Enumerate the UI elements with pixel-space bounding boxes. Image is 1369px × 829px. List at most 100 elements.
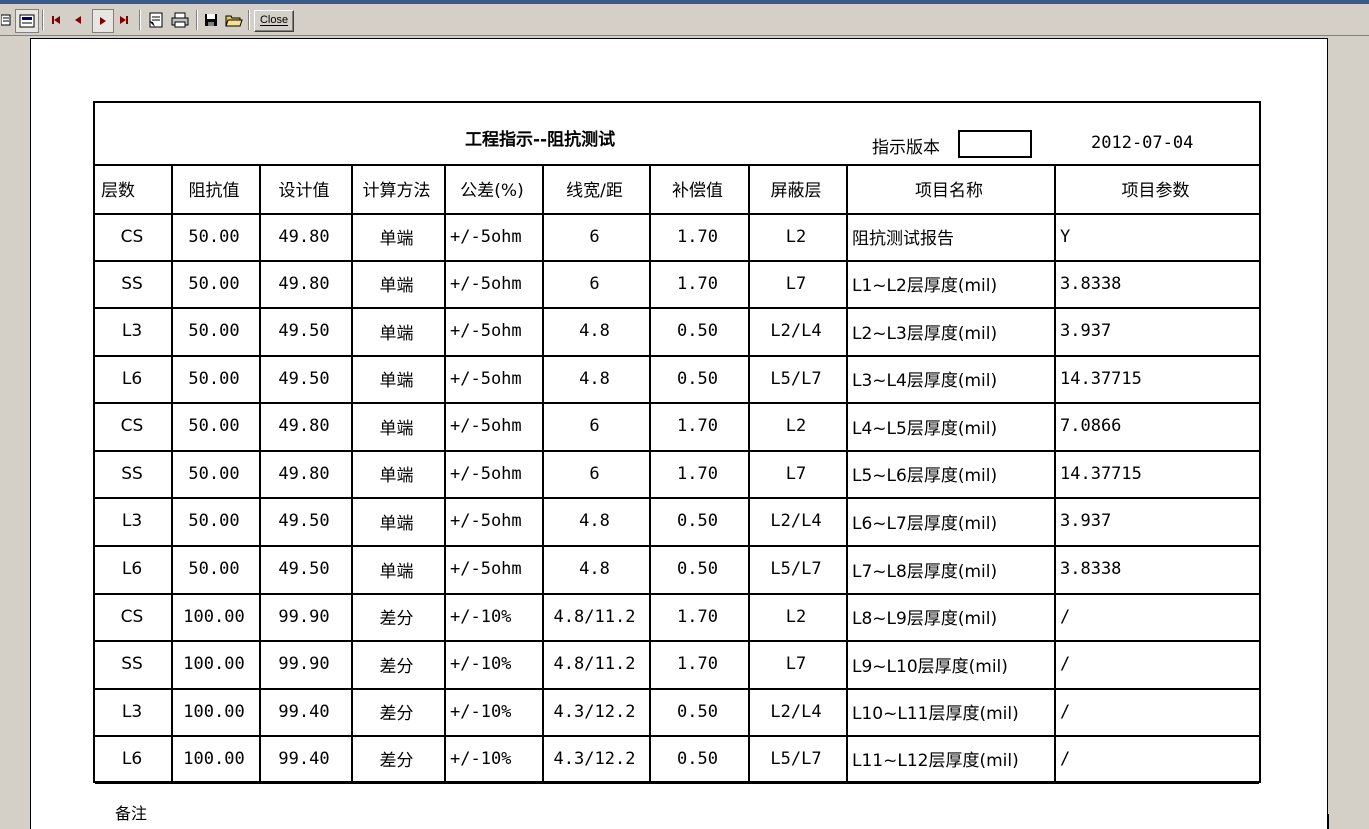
- table-cell: 49.50: [278, 321, 330, 341]
- table-cell: L5~L6层厚度(mil): [852, 466, 998, 486]
- table-cell: 1.70: [677, 273, 718, 294]
- table-cell: 50.00: [188, 416, 240, 436]
- table-cell: 0.50: [677, 511, 718, 531]
- column-header: 公差(%): [460, 181, 524, 201]
- table-cell: 4.8/11.2: [553, 606, 636, 627]
- table-cell: +/-5ohm: [450, 511, 522, 531]
- table-cell: 0.50: [677, 321, 718, 341]
- table-cell: 100.00: [183, 748, 245, 769]
- table-cell: +/-5ohm: [450, 321, 522, 341]
- print-icon[interactable]: [170, 9, 190, 31]
- table-cell: +/-5ohm: [450, 559, 522, 579]
- table-cell: +/-5ohm: [450, 463, 522, 484]
- table-cell: L3~L4层厚度(mil): [852, 371, 998, 391]
- table-cell: 单端: [379, 371, 414, 391]
- table-cell: L11~L12层厚度(mil): [852, 751, 1019, 771]
- column-header: 补偿值: [672, 181, 723, 201]
- table-cell: L2~L3层厚度(mil): [852, 323, 998, 344]
- table-cell: 50.00: [188, 321, 240, 341]
- save-icon[interactable]: [202, 9, 220, 31]
- table-cell: 0.50: [677, 559, 718, 579]
- table-cell: 50.00: [188, 273, 240, 294]
- table-cell: 单端: [379, 513, 414, 534]
- table-cell: 100.00: [183, 606, 245, 627]
- next-page-icon[interactable]: [92, 9, 114, 33]
- column-header: 设计值: [278, 181, 330, 201]
- table-cell: L7~L8层厚度(mil): [852, 561, 998, 582]
- table-cell: L6: [121, 748, 143, 769]
- table-cell: 14.37715: [1060, 463, 1142, 484]
- first-page-icon[interactable]: [48, 9, 64, 31]
- table-cell: L7: [785, 463, 807, 484]
- close-button[interactable]: Close: [254, 10, 294, 32]
- table-cell: L10~L11层厚度(mil): [852, 704, 1019, 724]
- table-cell: L2/L4: [770, 511, 822, 531]
- table-cell: L7: [785, 273, 807, 294]
- table-cell: 6: [589, 226, 600, 247]
- last-page-icon[interactable]: [116, 9, 132, 31]
- table-cell: 单端: [379, 276, 414, 296]
- column-header: 项目参数: [1121, 181, 1190, 201]
- table-cell: 单端: [379, 561, 414, 582]
- table-cell: L5/L7: [770, 559, 822, 579]
- table-cell: +/-5ohm: [450, 368, 522, 389]
- table-cell: L2: [785, 416, 807, 436]
- refresh-icon[interactable]: [145, 9, 167, 31]
- table-cell: L9~L10层厚度(mil): [852, 656, 1008, 677]
- table-cell: 阻抗测试报告: [852, 229, 954, 249]
- table-cell: 49.80: [278, 226, 330, 247]
- export-icon[interactable]: [15, 9, 39, 33]
- table-cell: +/-5ohm: [450, 226, 522, 247]
- table-cell: 49.50: [278, 559, 330, 579]
- table-cell: L6: [121, 559, 143, 579]
- table-cell: 单端: [379, 323, 414, 344]
- table-cell: L2/L4: [770, 321, 822, 341]
- table-cell: 单端: [379, 418, 414, 439]
- table-cell: /: [1060, 748, 1071, 769]
- table-cell: 50.00: [188, 463, 240, 484]
- report-date: 2012-07-04: [1091, 133, 1194, 153]
- table-cell: L6: [121, 368, 143, 389]
- table-cell: CS: [120, 416, 144, 436]
- prev-page-icon[interactable]: [70, 9, 86, 31]
- column-header: 线宽/距: [566, 181, 623, 201]
- table-cell: /: [1060, 701, 1071, 722]
- table-cell: 49.50: [278, 368, 330, 389]
- table-cell: 单端: [379, 229, 414, 249]
- table-cell: 7.0866: [1060, 416, 1122, 436]
- table-cell: 49.50: [278, 511, 330, 531]
- open-icon[interactable]: [224, 9, 244, 31]
- table-cell: 99.40: [278, 701, 330, 722]
- table-cell: 6: [589, 416, 600, 436]
- report-title: 工程指示--阻抗测试: [465, 130, 616, 150]
- table-cell: 差分: [379, 656, 414, 677]
- table-cell: 3.8338: [1060, 273, 1122, 294]
- table-cell: 差分: [379, 751, 414, 771]
- table-cell: 差分: [379, 609, 414, 629]
- table-cell: 4.8: [579, 368, 610, 389]
- report-toolbar: Close: [0, 4, 1369, 36]
- table-cell: /: [1060, 654, 1071, 674]
- table-cell: Y: [1060, 226, 1071, 247]
- table-cell: 1.70: [677, 463, 718, 484]
- table-cell: L2: [785, 226, 807, 247]
- table-cell: CS: [120, 606, 144, 627]
- table-cell: L3: [121, 321, 143, 341]
- table-cell: 4.3/12.2: [553, 748, 636, 769]
- table-cell: 4.3/12.2: [553, 701, 636, 722]
- column-header: 阻抗值: [188, 181, 240, 201]
- table-cell: L6~L7层厚度(mil): [852, 513, 998, 534]
- note-label: 备注: [115, 804, 148, 823]
- column-header: 项目名称: [915, 181, 983, 201]
- version-box: [958, 130, 1032, 158]
- table-cell: L7: [785, 654, 807, 674]
- table-cell: 单端: [379, 466, 414, 486]
- table-cell: L2/L4: [770, 701, 822, 722]
- table-cell: +/-10%: [450, 606, 512, 627]
- table-cell: +/-10%: [450, 748, 512, 769]
- table-cell: +/-10%: [450, 654, 512, 674]
- table-cell: 1.70: [677, 226, 718, 247]
- table-cell: L5/L7: [770, 748, 822, 769]
- toc-icon[interactable]: [0, 9, 12, 31]
- table-cell: L3: [121, 701, 143, 722]
